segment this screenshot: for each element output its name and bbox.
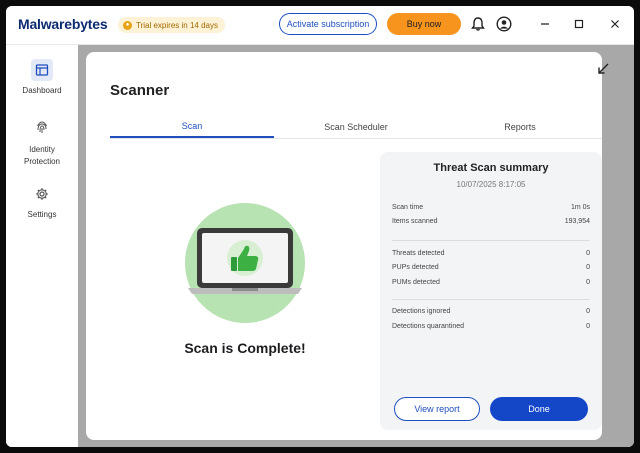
view-report-button[interactable]: View report xyxy=(394,397,480,421)
minimize-icon xyxy=(541,23,549,25)
sidebar-item-label: Settings xyxy=(27,210,57,219)
scanner-tabs: Scan Scan Scheduler Reports xyxy=(110,116,602,139)
account-icon[interactable] xyxy=(496,16,512,32)
summary-row-threats: Threats detected 0 xyxy=(392,250,590,257)
threat-scan-summary: Threat Scan summary 10/07/2025 8:17:05 S… xyxy=(380,152,602,430)
activate-subscription-button[interactable]: Activate subscription xyxy=(279,13,377,35)
app-window: Malwarebytes ● Trial expires in 14 days … xyxy=(6,6,634,447)
tab-reports[interactable]: Reports xyxy=(438,116,602,137)
summary-divider xyxy=(392,299,590,300)
summary-title: Threat Scan summary xyxy=(433,162,549,174)
app-logo: Malwarebytes xyxy=(18,16,108,32)
done-button[interactable]: Done xyxy=(490,397,588,421)
sidebar-item-label: Dashboard xyxy=(22,86,62,95)
title-bar: Malwarebytes ● Trial expires in 14 days … xyxy=(6,6,634,45)
summary-datetime: 10/07/2025 8:17:05 xyxy=(456,180,526,189)
tab-scan[interactable]: Scan xyxy=(110,116,274,138)
trial-badge-text: Trial expires in 14 days xyxy=(136,20,218,30)
fingerprint-icon xyxy=(37,121,47,133)
close-icon xyxy=(611,20,619,28)
close-button[interactable] xyxy=(606,15,624,33)
scan-complete-message: Scan is Complete! xyxy=(184,340,306,356)
tab-scan-scheduler[interactable]: Scan Scheduler xyxy=(274,116,438,137)
bell-icon[interactable] xyxy=(470,16,486,32)
summary-row-pups: PUPs detected 0 xyxy=(392,264,590,271)
buy-now-button[interactable]: Buy now xyxy=(387,13,461,35)
page-title: Scanner xyxy=(110,82,170,99)
scan-complete-illustration xyxy=(185,203,305,323)
clock-icon: ● xyxy=(123,20,132,30)
sidebar-item-identity-protection[interactable]: Identity Protection xyxy=(6,117,78,168)
summary-row-ignored: Detections ignored 0 xyxy=(392,308,590,315)
minimize-button[interactable] xyxy=(536,15,554,33)
gear-icon xyxy=(36,188,48,200)
dashboard-icon xyxy=(35,64,49,76)
scanner-card: Scanner Scan Scan Scheduler Reports Scan… xyxy=(86,52,609,440)
summary-row-scan-time: Scan time 1m 0s xyxy=(392,204,590,211)
maximize-icon xyxy=(574,19,584,29)
maximize-button[interactable] xyxy=(570,15,588,33)
summary-row-items-scanned: Items scanned 193,954 xyxy=(392,218,590,225)
trial-badge: ● Trial expires in 14 days xyxy=(118,17,225,33)
sidebar-item-dashboard[interactable]: Dashboard xyxy=(6,59,78,95)
sidebar-item-settings[interactable]: Settings xyxy=(6,183,78,219)
sidebar: Dashboard Identity Protection Settings xyxy=(6,45,78,447)
summary-row-quarantined: Detections quarantined 0 xyxy=(392,323,590,330)
collapse-arrow-icon[interactable] xyxy=(596,62,610,76)
sidebar-item-label: Identity Protection xyxy=(23,145,61,166)
summary-divider xyxy=(392,240,590,241)
summary-row-pums: PUMs detected 0 xyxy=(392,279,590,286)
